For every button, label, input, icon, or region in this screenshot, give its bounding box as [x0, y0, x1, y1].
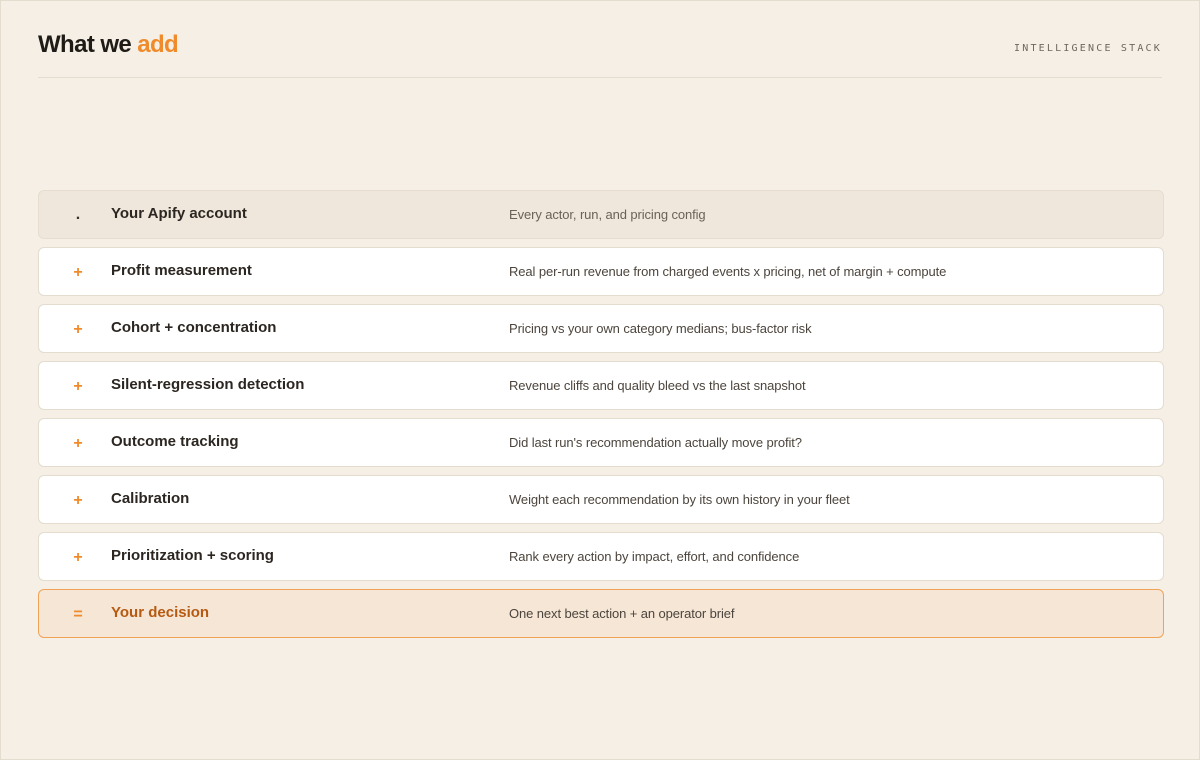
plus-icon: + — [73, 435, 83, 452]
plus-icon: + — [73, 378, 83, 395]
plus-icon: + — [73, 492, 83, 509]
stack-row-label: Cohort + concentration — [111, 319, 277, 336]
stack-row-profit-measurement: + Profit measurement Real per-run revenu… — [38, 247, 1164, 296]
stack-row-label: Calibration — [111, 490, 190, 507]
plus-icon: + — [73, 321, 83, 338]
stack-row-description: Did last run's recommendation actually m… — [509, 435, 802, 450]
stack-row-label: Your Apify account — [111, 205, 247, 222]
plus-icon: + — [73, 264, 83, 281]
stack-row-description: Pricing vs your own category medians; bu… — [509, 321, 812, 336]
header: What we add INTELLIGENCE STACK — [38, 29, 1162, 78]
page-title: What we add — [38, 31, 179, 59]
equals-icon: = — [73, 606, 83, 623]
stack-row-description: One next best action + an operator brief — [509, 606, 735, 621]
stack-row-description: Real per-run revenue from charged events… — [509, 264, 947, 279]
stack-row-label: Your decision — [111, 604, 210, 621]
stack-row-source: . Your Apify account Every actor, run, a… — [38, 190, 1164, 239]
dot-icon: . — [75, 206, 81, 223]
stack-row-outcome-tracking: + Outcome tracking Did last run's recomm… — [38, 418, 1164, 467]
stack-row-description: Weight each recommendation by its own hi… — [509, 492, 850, 507]
stack-row-description: Revenue cliffs and quality bleed vs the … — [509, 378, 806, 393]
title-accent: add — [137, 31, 179, 58]
page: What we add INTELLIGENCE STACK . Your Ap… — [0, 0, 1200, 760]
stack-row-cohort-concentration: + Cohort + concentration Pricing vs your… — [38, 304, 1164, 353]
stack-row-label: Silent-regression detection — [111, 376, 305, 393]
stack-row-label: Prioritization + scoring — [111, 547, 274, 564]
stack-row-description: Every actor, run, and pricing config — [509, 207, 706, 222]
stack-row-description: Rank every action by impact, effort, and… — [509, 549, 800, 564]
stack-row-result: = Your decision One next best action + a… — [38, 589, 1164, 638]
stack-row-label: Profit measurement — [111, 262, 252, 279]
title-main: What we — [38, 31, 132, 58]
stack-row-silent-regression: + Silent-regression detection Revenue cl… — [38, 361, 1164, 410]
stack-row-prioritization: + Prioritization + scoring Rank every ac… — [38, 532, 1164, 581]
plus-icon: + — [73, 549, 83, 566]
stack-row-calibration: + Calibration Weight each recommendation… — [38, 475, 1164, 524]
stack-row-label: Outcome tracking — [111, 433, 239, 450]
section-tag: INTELLIGENCE STACK — [1014, 43, 1162, 54]
intelligence-stack: . Your Apify account Every actor, run, a… — [38, 190, 1164, 646]
